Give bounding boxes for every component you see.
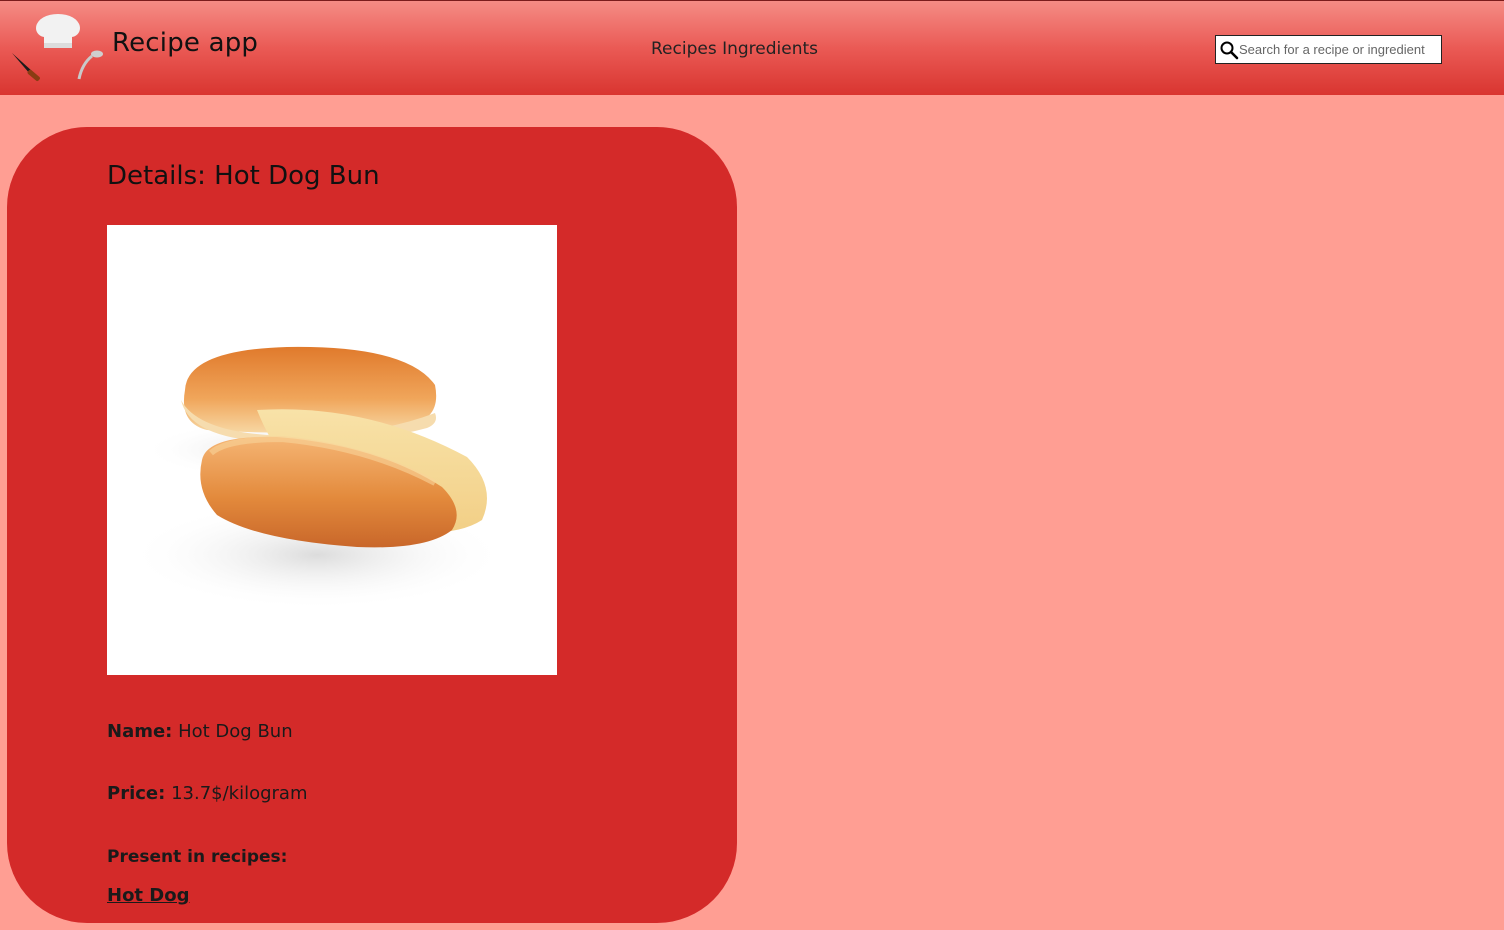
nav-ingredients-link[interactable]: Ingredients — [722, 39, 818, 59]
ingredient-image — [107, 225, 557, 675]
price-value: 13.7$/kilogram — [171, 783, 308, 804]
ingredient-name-field: Name: Hot Dog Bun — [107, 721, 293, 742]
search-input[interactable] — [1239, 37, 1439, 62]
page-title: Details: Hot Dog Bun — [107, 161, 380, 191]
nav-recipes-link[interactable]: Recipes — [651, 39, 717, 59]
app-title: Recipe app — [112, 28, 259, 58]
ingredient-price-field: Price: 13.7$/kilogram — [107, 783, 308, 804]
main-nav: Recipes Ingredients — [651, 39, 818, 59]
search-icon — [1220, 41, 1239, 60]
ingredient-details-card: Details: Hot Dog Bun Name: Hot Dog Bun P… — [7, 127, 737, 923]
name-value: Hot Dog Bun — [178, 721, 293, 742]
search-box[interactable] — [1215, 35, 1442, 64]
price-label: Price: — [107, 783, 166, 804]
app-header: Recipe app Recipes Ingredients — [0, 0, 1504, 95]
name-label: Name: — [107, 721, 173, 742]
present-in-recipes-label: Present in recipes: — [107, 847, 288, 867]
chef-logo-icon[interactable] — [8, 9, 108, 89]
recipe-link-hot-dog[interactable]: Hot Dog — [107, 885, 190, 906]
